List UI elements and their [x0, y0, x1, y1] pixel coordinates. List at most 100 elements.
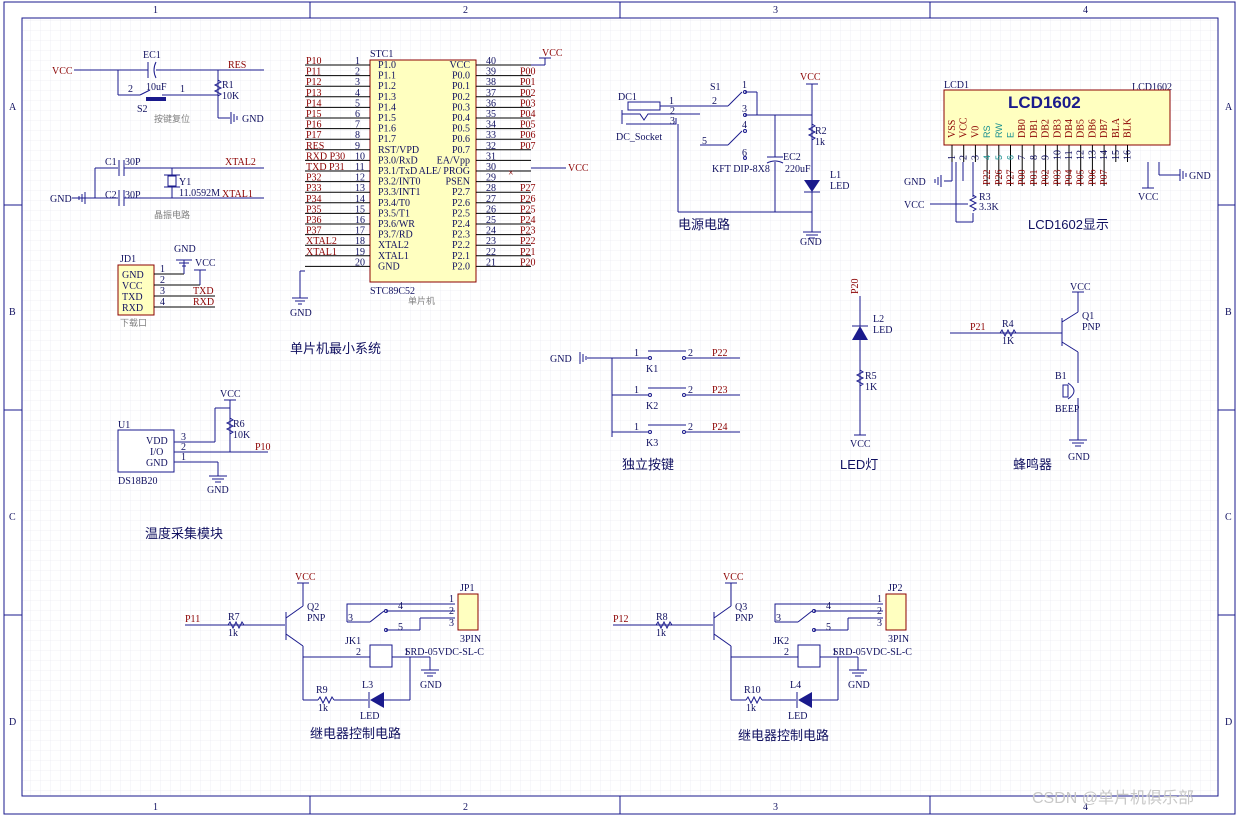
mcu-left-pin-number: 6: [355, 109, 360, 120]
mcu-right-pin-number: 29: [486, 173, 496, 184]
l2-ref: L2: [873, 314, 884, 325]
lcd-pin-name: VSS: [947, 120, 958, 138]
mcu-right-net-label: P21: [520, 247, 536, 258]
mcu-left-net-label: RES: [306, 141, 324, 152]
mcu-right-pin-number: 37: [486, 88, 496, 99]
mcu-right-net-label: P27: [520, 183, 536, 194]
mcu-left-pin-name: P3.4/T0: [378, 198, 410, 209]
mcu-left-pin-name: P1.4: [378, 102, 396, 113]
u1-pin-gnd: GND: [146, 458, 168, 469]
mcu-left-pin-number: 1: [355, 56, 360, 67]
mcu-left-pin-name: XTAL1: [378, 251, 409, 262]
col-label-2-bottom: 2: [463, 802, 468, 813]
relay-input-net: P11: [185, 614, 200, 625]
led-vcc: VCC: [850, 439, 871, 450]
relay-vcc: VCC: [295, 572, 316, 583]
relay-jk-ref: JK1: [345, 636, 361, 647]
key-net: P23: [712, 385, 728, 396]
s1-switch: KFT DIP-8X8: [712, 164, 770, 175]
mcu-right-net-label: P02: [520, 88, 536, 99]
key-pin-1: 1: [634, 348, 639, 359]
crystal-gnd: GND: [50, 194, 72, 205]
section-power: 电源电路: [678, 217, 730, 232]
relay-jk-ref: JK2: [773, 636, 789, 647]
mcu-right-net-label: P06: [520, 130, 536, 141]
c2-ref: C2: [105, 190, 117, 201]
relay-r-value: 1k: [228, 628, 238, 639]
lcd-net-label: P07: [1099, 169, 1110, 185]
jd1-num-4: 4: [160, 297, 165, 308]
dc-socket-label: DC_Socket: [616, 132, 662, 143]
lcd-pin-number: 15: [1111, 150, 1122, 160]
c2-value: 30P: [125, 190, 141, 201]
u1-ref: U1: [118, 420, 130, 431]
row-label-a-right: A: [1225, 102, 1233, 113]
key-pin-2: 2: [688, 422, 693, 433]
mcu-right-net-label: P05: [520, 120, 536, 131]
b1-ref: B1: [1055, 371, 1067, 382]
lcd-pin-number: 5: [994, 155, 1004, 160]
coil-pin-2: 2: [784, 647, 789, 658]
mcu-right-pin-number: 35: [486, 109, 496, 120]
jumper-header: [885, 593, 907, 631]
lcd-pin-number: 13: [1087, 150, 1098, 160]
relay-r-value: 1k: [656, 628, 666, 639]
relay-q-value: PNP: [735, 613, 754, 624]
mcu-right-pin-number: 38: [486, 77, 496, 88]
mcu-right-net-label: P07: [520, 141, 536, 152]
lcd-pin-number: 1: [947, 155, 958, 160]
mcu-left-net-label: P14: [306, 98, 322, 109]
lcd-pin-name: VCC: [959, 117, 970, 138]
mcu-right-pin-name: P2.4: [452, 219, 470, 230]
lcd-pin-number: 2: [959, 155, 970, 160]
jd1-txd-net: TXD: [193, 286, 214, 297]
jumper-pin-3: 3: [449, 618, 454, 629]
lcd-net-label: P27: [1006, 169, 1017, 185]
s1-pin-6: 6: [742, 148, 747, 159]
mcu-left-pin-name: RST/VPD: [378, 145, 419, 156]
lcd-gnd: GND: [904, 177, 926, 188]
col-label-2: 2: [463, 5, 468, 16]
s1-pin-2: 2: [712, 96, 717, 107]
jd1-gnd: GND: [174, 244, 196, 255]
lcd-net-label: P00: [1017, 169, 1028, 185]
mcu-right-pin-number: 31: [486, 151, 496, 162]
mcu-left-pin-number: 18: [355, 236, 365, 247]
mcu-right-pin-number: 40: [486, 56, 496, 67]
mcu-right-pin-number: 25: [486, 215, 496, 226]
key-pin-1: 1: [634, 385, 639, 396]
jd1-pin-gnd: GND: [122, 270, 144, 281]
mcu-left-pin-number: 10: [355, 151, 365, 162]
s2-ref: S2: [137, 104, 148, 115]
mcu-ea-vcc: VCC: [568, 163, 589, 174]
jd1-vcc: VCC: [195, 258, 216, 269]
mcu-right-pin-name: P2.0: [452, 261, 470, 272]
contact-pin-3: 3: [776, 613, 781, 624]
key-net: P22: [712, 348, 728, 359]
mcu-right-pin-number: 30: [486, 162, 496, 173]
mcu-left-net-label: XTAL1: [306, 247, 337, 258]
key-ref: K3: [646, 438, 658, 449]
jd1-num-2: 2: [160, 275, 165, 286]
mcu-right-net-label: P04: [520, 109, 536, 120]
col-label-1: 1: [153, 5, 158, 16]
mcu-right-pin-name: P0.0: [452, 71, 470, 82]
jd1-pin-txd: TXD: [122, 292, 143, 303]
mcu-right-pin-name: PSEN: [446, 177, 470, 188]
contact-pin-4: 4: [398, 601, 403, 612]
jd1-pin-vcc: VCC: [122, 281, 143, 292]
reset-vcc-label: VCC: [52, 66, 73, 77]
row-label-c: C: [9, 512, 16, 523]
mcu-right-pin-name: P0.7: [452, 145, 470, 156]
mcu-left-pin-number: 8: [355, 130, 360, 141]
lcd-pin-name: DB3: [1052, 119, 1063, 138]
lcd-net-label: P05: [1076, 169, 1087, 185]
relay-l-value: LED: [788, 711, 807, 722]
dc-pin-3: 3: [670, 116, 675, 127]
row-label-d-right: D: [1225, 717, 1232, 728]
col-label-4: 4: [1083, 5, 1088, 16]
mcu-left-net-label: P12: [306, 77, 322, 88]
relay-gnd: GND: [420, 680, 442, 691]
lcd-pin-name: RW: [994, 123, 1004, 138]
relay-q-value: PNP: [307, 613, 326, 624]
